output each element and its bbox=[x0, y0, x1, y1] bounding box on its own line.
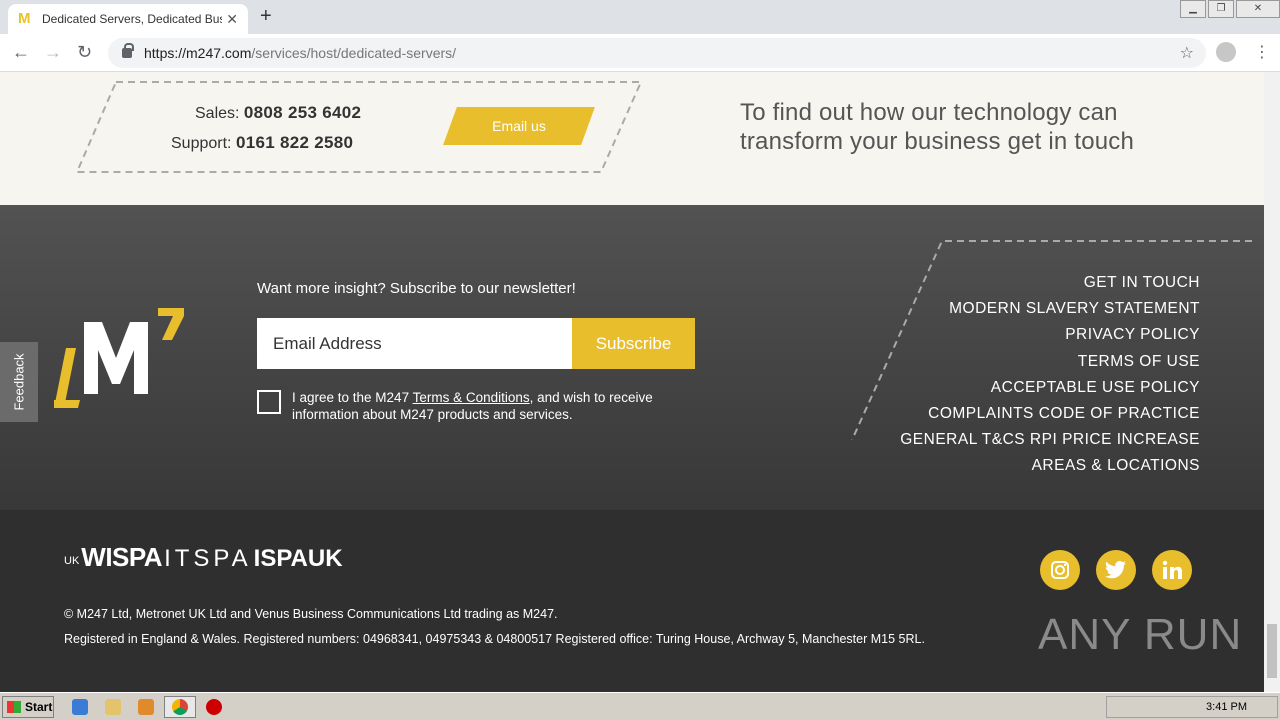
browser-toolbar: ← → ↻ https://m247.com/services/host/ded… bbox=[0, 34, 1280, 72]
email-us-label: Email us bbox=[492, 118, 546, 134]
footer-links: GET IN TOUCH MODERN SLAVERY STATEMENT PR… bbox=[900, 270, 1200, 480]
m247-logo bbox=[54, 308, 184, 408]
start-button[interactable]: Start bbox=[2, 696, 54, 718]
lock-icon bbox=[122, 43, 134, 58]
feedback-tab[interactable]: Feedback bbox=[0, 342, 38, 422]
forward-icon[interactable]: → bbox=[44, 42, 62, 62]
link-acceptable-use-policy[interactable]: ACCEPTABLE USE POLICY bbox=[900, 375, 1200, 401]
contact-banner: Sales: 0808 253 6402 Support: 0161 822 2… bbox=[0, 72, 1264, 205]
contact-cta: To find out how our technology can trans… bbox=[740, 98, 1160, 156]
folder-icon[interactable] bbox=[105, 699, 121, 715]
link-modern-slavery-statement[interactable]: MODERN SLAVERY STATEMENT bbox=[900, 296, 1200, 322]
system-tray: 3:41 PM bbox=[1106, 696, 1278, 718]
anyrun-watermark: ANY RUN bbox=[1038, 610, 1243, 659]
partner-logos: UK WISPA ITSPA ISPAUK bbox=[64, 542, 343, 573]
support-number[interactable]: 0161 822 2580 bbox=[236, 133, 353, 152]
media-player-icon[interactable] bbox=[138, 699, 154, 715]
menu-dots-icon[interactable]: ⋮ bbox=[1254, 42, 1270, 62]
subscribe-button[interactable]: Subscribe bbox=[572, 318, 695, 369]
chrome-icon bbox=[172, 699, 188, 715]
footer-bottom bbox=[0, 510, 1264, 692]
itspa-logo: ITSPA bbox=[164, 545, 252, 572]
email-us-button[interactable]: Email us bbox=[443, 107, 595, 145]
minimize-button[interactable]: ▁ bbox=[1180, 0, 1206, 18]
scrollbar-thumb[interactable] bbox=[1267, 624, 1277, 678]
browser-tab-strip: M Dedicated Servers, Dedicated Business … bbox=[0, 0, 1280, 34]
close-window-button[interactable]: ✕ bbox=[1236, 0, 1280, 18]
registered-text: Registered in England & Wales. Registere… bbox=[64, 632, 925, 646]
agree-text: I agree to the M247 Terms & Conditions, … bbox=[292, 390, 653, 422]
agree-checkbox[interactable] bbox=[257, 390, 281, 414]
link-privacy-policy[interactable]: PRIVACY POLICY bbox=[900, 322, 1200, 348]
instagram-icon[interactable] bbox=[1040, 550, 1080, 590]
window-controls: ▁ ❐ ✕ bbox=[1178, 0, 1280, 18]
link-general-tcs-rpi[interactable]: GENERAL T&CS RPI PRICE INCREASE bbox=[900, 427, 1200, 453]
sales-label: Sales: bbox=[195, 105, 240, 122]
email-address-input[interactable] bbox=[257, 318, 572, 369]
sales-number[interactable]: 0808 253 6402 bbox=[244, 103, 361, 122]
newsletter-heading: Want more insight? Subscribe to our news… bbox=[257, 280, 576, 297]
m247-favicon-icon: M bbox=[18, 10, 31, 27]
profile-avatar[interactable] bbox=[1216, 42, 1236, 62]
support-label: Support: bbox=[171, 135, 232, 152]
back-icon[interactable]: ← bbox=[12, 42, 30, 62]
browser-tab[interactable]: M Dedicated Servers, Dedicated Business … bbox=[8, 4, 248, 34]
feedback-label: Feedback bbox=[11, 353, 27, 411]
support-line: Support: 0161 822 2580 bbox=[171, 133, 353, 153]
windows-taskbar: Start 3:41 PM bbox=[0, 692, 1280, 720]
chrome-taskbar-button[interactable] bbox=[164, 696, 196, 718]
clock[interactable]: 3:41 PM bbox=[1206, 701, 1247, 713]
link-areas-locations[interactable]: AREAS & LOCATIONS bbox=[900, 453, 1200, 479]
stop-app-icon[interactable] bbox=[206, 699, 222, 715]
reload-icon[interactable]: ↻ bbox=[77, 42, 92, 62]
start-label: Start bbox=[25, 700, 53, 714]
bookmark-star-icon[interactable]: ☆ bbox=[1180, 43, 1194, 63]
terms-conditions-link[interactable]: Terms & Conditions bbox=[413, 390, 530, 405]
close-tab-icon[interactable]: ✕ bbox=[226, 11, 238, 28]
cta-line-1: To find out how our technology can bbox=[740, 99, 1118, 126]
restore-button[interactable]: ❐ bbox=[1208, 0, 1234, 18]
wispa-logo: WISPA bbox=[81, 542, 163, 572]
twitter-icon[interactable] bbox=[1096, 550, 1136, 590]
new-tab-button[interactable]: + bbox=[260, 6, 272, 26]
linkedin-icon[interactable] bbox=[1152, 550, 1192, 590]
url-text: https://m247.com/services/host/dedicated… bbox=[144, 45, 457, 61]
sales-line: Sales: 0808 253 6402 bbox=[195, 103, 361, 123]
link-complaints-code[interactable]: COMPLAINTS CODE OF PRACTICE bbox=[900, 401, 1200, 427]
ispauk-logo: ISPAUK bbox=[253, 545, 343, 572]
page-viewport: Sales: 0808 253 6402 Support: 0161 822 2… bbox=[0, 72, 1264, 692]
copyright-text: © M247 Ltd, Metronet UK Ltd and Venus Bu… bbox=[64, 607, 558, 621]
page-scrollbar[interactable] bbox=[1264, 72, 1280, 692]
internet-explorer-icon[interactable] bbox=[72, 699, 88, 715]
link-get-in-touch[interactable]: GET IN TOUCH bbox=[900, 270, 1200, 296]
wispa-uk-text: UK bbox=[64, 555, 80, 567]
windows-flag-icon bbox=[7, 701, 21, 713]
tab-title: Dedicated Servers, Dedicated Business bbox=[42, 12, 222, 26]
link-terms-of-use[interactable]: TERMS OF USE bbox=[900, 349, 1200, 375]
cta-line-2: transform your business get in touch bbox=[740, 128, 1135, 155]
address-bar[interactable]: https://m247.com/services/host/dedicated… bbox=[108, 38, 1206, 68]
